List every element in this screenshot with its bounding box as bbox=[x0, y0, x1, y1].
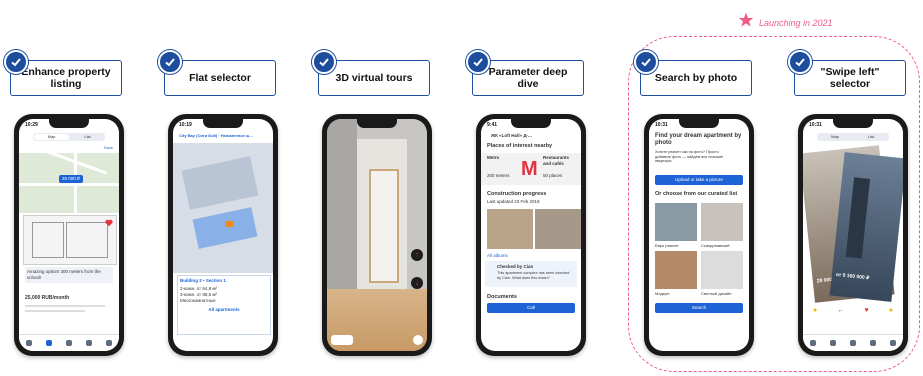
listing-price: 25,000 RUB/month bbox=[25, 295, 70, 301]
tile-label: Евро ремонт bbox=[655, 243, 679, 248]
feature-enhance-listing: Enhance property listing 10:29 Map List … bbox=[4, 40, 134, 370]
check-icon bbox=[4, 50, 28, 74]
heart-icon[interactable]: ♥ bbox=[864, 307, 868, 314]
screen-title: City Bay (Сити Бэй) · Неизменное ш... bbox=[179, 133, 253, 138]
chat-icon[interactable] bbox=[86, 340, 92, 346]
heart-icon[interactable] bbox=[66, 340, 72, 346]
status-time: 9:41 bbox=[487, 122, 498, 128]
check-icon bbox=[634, 50, 658, 74]
promo-chip: Amazing option! 300 meters from the scho… bbox=[25, 267, 113, 283]
poi-cafes-count: 50 places bbox=[543, 173, 563, 178]
deep-screen: 9:41 ЖК «Loft Hall» Д-... Places of inte… bbox=[481, 119, 581, 351]
tab-list[interactable]: List bbox=[853, 133, 889, 141]
all-apartments-link[interactable]: All apartments bbox=[178, 304, 270, 313]
checked-card[interactable]: Checked by Cian This apartment complex h… bbox=[485, 261, 577, 287]
feature-flat-selector: Flat selector 10:19 City Bay (Сити Бэй) … bbox=[158, 40, 288, 370]
poi-cafes: Restaurants and cafés bbox=[543, 155, 570, 166]
launch-label: Launching in 2021 bbox=[759, 18, 833, 28]
save-button[interactable]: Save bbox=[104, 145, 113, 151]
check-icon bbox=[158, 50, 182, 74]
tile-label: Модерн bbox=[655, 291, 670, 296]
photo-title: Find your dream apartment by photo bbox=[655, 133, 742, 146]
check-icon bbox=[312, 50, 336, 74]
phone-mockup: ↑ ↓ bbox=[322, 114, 432, 356]
progress-photo[interactable] bbox=[487, 209, 533, 249]
metro-logo: M bbox=[521, 158, 538, 180]
phone-mockup: 10:31 Map List 28 000 000 ₽ от 9 160 000… bbox=[798, 114, 908, 356]
tab-map[interactable]: Map bbox=[817, 133, 853, 141]
card-price: от 9 160 000 ₽ bbox=[835, 271, 870, 282]
heart-icon[interactable] bbox=[105, 219, 113, 227]
docs-heading: Documents bbox=[487, 294, 517, 300]
search-button[interactable]: Search bbox=[655, 303, 743, 313]
arrow-up-icon[interactable]: ↑ bbox=[411, 249, 423, 261]
swipe-screen: 10:31 Map List 28 000 000 ₽ от 9 160 000… bbox=[803, 119, 903, 351]
tour-logo bbox=[331, 335, 353, 345]
tab-list[interactable]: List bbox=[70, 133, 105, 141]
star-icon bbox=[738, 12, 754, 27]
status-time: 10:19 bbox=[179, 122, 192, 128]
floorplan-image[interactable] bbox=[23, 215, 117, 265]
search-icon[interactable] bbox=[46, 340, 52, 346]
phone-mockup: 10:29 Map List Save 25 000 ₽ Amazing opt… bbox=[14, 114, 124, 356]
checked-sub: This apartment complex has been checked … bbox=[497, 271, 570, 280]
feature-3d-tours: 3D virtual tours ↑ ↓ bbox=[312, 40, 442, 370]
style-tile[interactable] bbox=[655, 251, 697, 289]
home-icon[interactable] bbox=[26, 340, 32, 346]
call-button[interactable]: Call bbox=[487, 303, 575, 313]
check-icon bbox=[788, 50, 812, 74]
thumb-up-icon[interactable]: ● bbox=[889, 307, 893, 314]
minus-icon[interactable] bbox=[413, 335, 423, 345]
photo-sub: Хотите ремонт как на фото? Просто добавь… bbox=[655, 150, 724, 164]
home-icon[interactable] bbox=[810, 340, 816, 346]
all-albums-link[interactable]: All albums bbox=[487, 253, 508, 259]
style-tile[interactable] bbox=[701, 203, 743, 241]
tab-map[interactable]: Map bbox=[34, 134, 69, 140]
listing-screen: 10:29 Map List Save 25 000 ₽ Amazing opt… bbox=[19, 119, 119, 351]
style-tile[interactable] bbox=[701, 251, 743, 289]
status-time: 10:31 bbox=[809, 122, 822, 128]
flat-screen: 10:19 City Bay (Сити Бэй) · Неизменное ш… bbox=[173, 119, 273, 351]
search-icon[interactable] bbox=[830, 340, 836, 346]
building-label: Building 2 • Section 1 bbox=[180, 278, 226, 283]
curated-heading: Or choose from our curated list bbox=[655, 191, 738, 197]
feature-deep-dive: Parameter deep dive 9:41 ЖК «Loft Hall» … bbox=[466, 40, 596, 370]
updated-date: Last updated 23 Feb 2019 bbox=[487, 199, 540, 204]
chat-icon[interactable] bbox=[870, 340, 876, 346]
back-arrow-icon[interactable]: ← bbox=[837, 307, 844, 314]
feature-search-photo: Search by photo 10:31 Find your dream ap… bbox=[634, 40, 764, 370]
tile-label: Скандинавский bbox=[701, 243, 730, 248]
photo-screen: 10:31 Find your dream apartment by photo… bbox=[649, 119, 749, 351]
phone-mockup: 9:41 ЖК «Loft Hall» Д-... Places of inte… bbox=[476, 114, 586, 356]
poi-metro: Metro bbox=[487, 155, 500, 160]
tour-screen[interactable]: ↑ ↓ bbox=[327, 119, 427, 351]
progress-photo[interactable] bbox=[535, 209, 581, 249]
check-icon bbox=[466, 50, 490, 74]
tile-label: Светлый дизайн bbox=[701, 291, 732, 296]
poi-strip[interactable]: Metro Restaurants and cafés 200 meters 5… bbox=[481, 153, 581, 185]
profile-icon[interactable] bbox=[890, 340, 896, 346]
map-price-badge[interactable]: 25 000 ₽ bbox=[59, 175, 83, 183]
upload-button[interactable]: Upload or take a picture bbox=[655, 175, 743, 185]
status-time: 10:29 bbox=[25, 122, 38, 128]
map-area[interactable]: 25 000 ₽ bbox=[19, 144, 119, 213]
poi-metro-dist: 200 meters bbox=[487, 173, 510, 178]
feature-swipe-selector: "Swipe left" selector 10:31 Map List 28 … bbox=[788, 40, 918, 370]
status-time: 10:31 bbox=[655, 122, 668, 128]
phone-mockup: 10:19 City Bay (Сити Бэй) · Неизменное ш… bbox=[168, 114, 278, 356]
checked-title: Checked by Cian bbox=[497, 264, 534, 269]
heart-icon[interactable] bbox=[850, 340, 856, 346]
profile-icon[interactable] bbox=[106, 340, 112, 346]
thumb-down-icon[interactable]: ● bbox=[813, 307, 817, 314]
style-tile[interactable] bbox=[655, 203, 697, 241]
progress-heading: Construction progress bbox=[487, 191, 547, 197]
building-card[interactable]: Building 2 • Section 1 2-комн. от 64,8 м… bbox=[177, 275, 271, 335]
screen-title: ЖК «Loft Hall» Д-... bbox=[491, 133, 532, 138]
tab-bar bbox=[803, 334, 903, 351]
phone-mockup: 10:31 Find your dream apartment by photo… bbox=[644, 114, 754, 356]
tab-bar bbox=[19, 334, 119, 351]
arrow-down-icon[interactable]: ↓ bbox=[411, 277, 423, 289]
poi-heading: Places of interest nearby bbox=[487, 143, 553, 149]
site-plan[interactable] bbox=[173, 143, 273, 273]
